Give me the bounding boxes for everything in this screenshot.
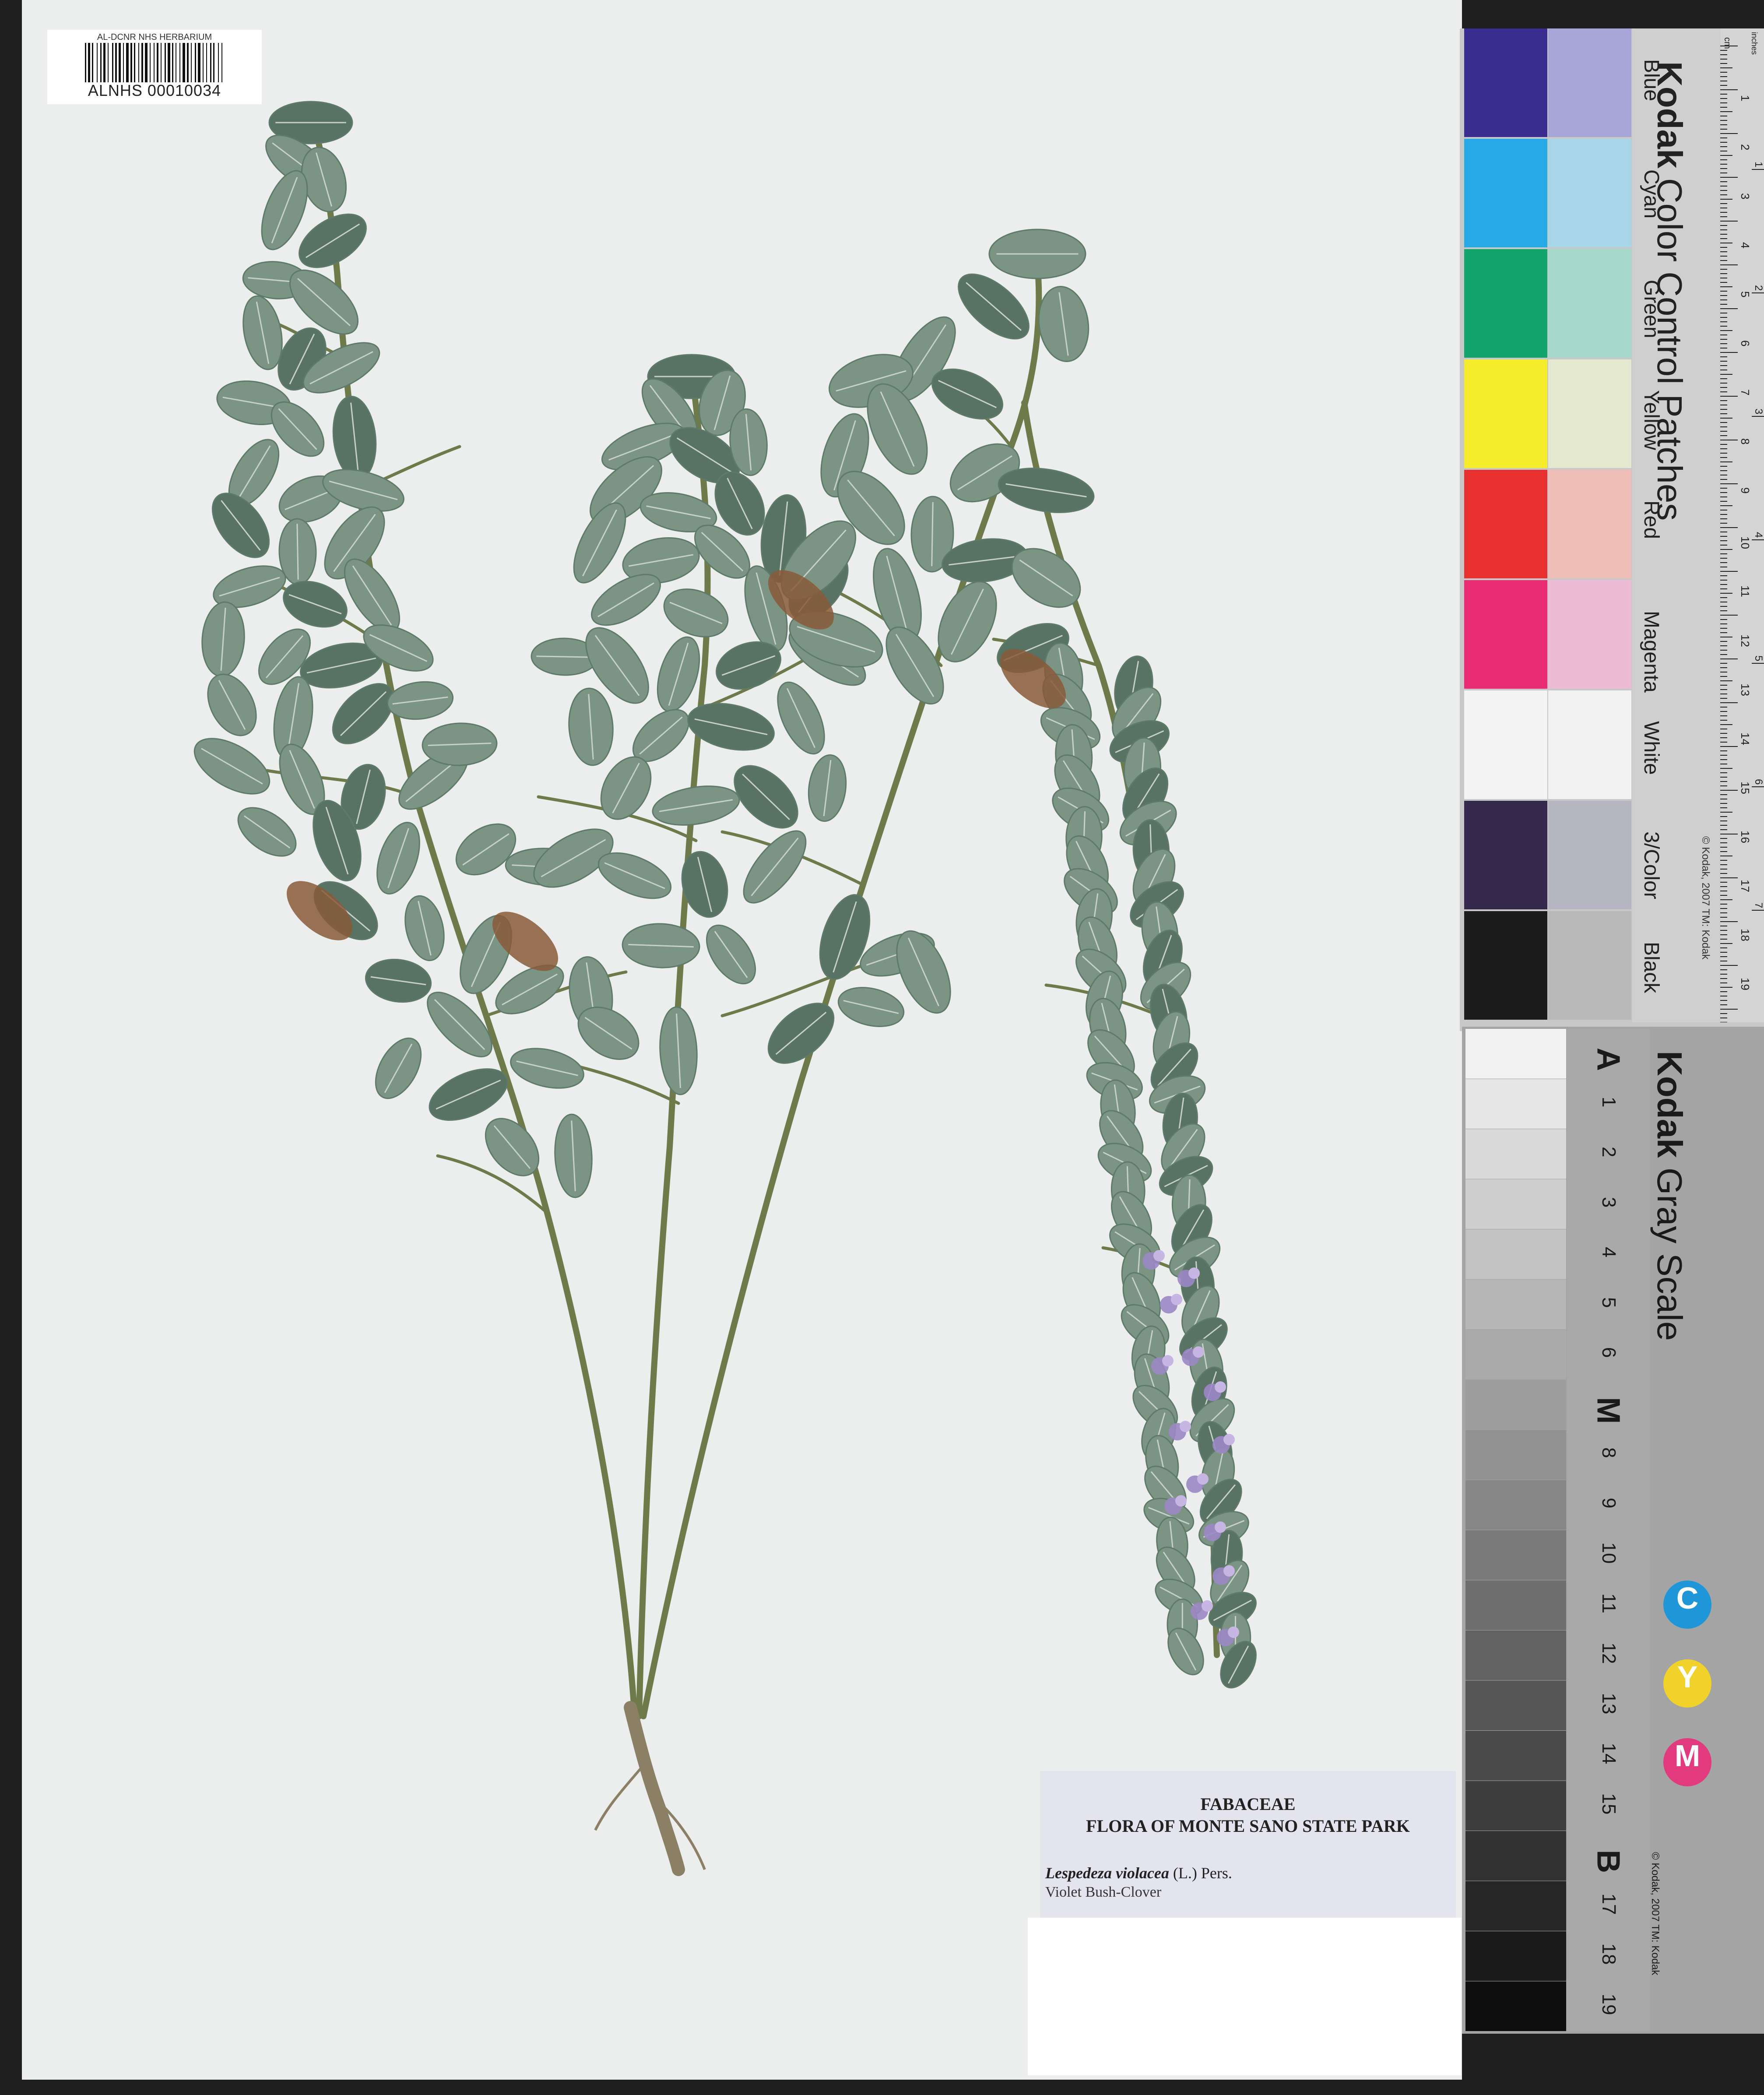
barcode-id: ALNHS 00010034 — [88, 81, 221, 99]
gray-card-title: Kodak Gray Scale — [1650, 1051, 1689, 1341]
label-authority: (L.) Pers. — [1173, 1864, 1232, 1882]
color-card-title: Kodak Color Control Patches — [1650, 61, 1689, 521]
color-patch-dark — [1464, 359, 1547, 468]
herbarium-sheet — [22, 0, 1462, 2080]
ruler-cm-label: 16 — [1739, 831, 1752, 843]
gray-step — [1465, 1530, 1566, 1580]
color-patch-dark — [1464, 28, 1547, 137]
color-card-copyright: © Kodak, 2007 TM: Kodak — [1700, 836, 1711, 960]
measurement-ruler: 1234567891011121314151617181912345678cmi… — [1720, 28, 1764, 1022]
ruler-cm-label: 10 — [1739, 536, 1752, 549]
color-patch-dark — [1464, 801, 1547, 909]
gray-step — [1465, 1731, 1566, 1781]
color-patch-light — [1548, 359, 1631, 468]
cym-target-c: C — [1663, 1581, 1711, 1629]
ruler-cm-label: 6 — [1739, 340, 1752, 346]
gray-step — [1465, 1129, 1566, 1179]
ruler-inch-label: 1 — [1753, 162, 1764, 167]
ruler-cm-label: 1 — [1739, 95, 1752, 101]
ruler-cm-label: 12 — [1739, 634, 1752, 647]
gray-step — [1465, 1480, 1566, 1530]
gray-step — [1465, 1831, 1566, 1881]
ruler-cm-label: 9 — [1739, 487, 1752, 493]
ruler-cm-label: 3 — [1739, 193, 1752, 199]
cym-target-m: M — [1663, 1738, 1711, 1786]
color-patch-dark — [1464, 911, 1547, 1020]
gray-step-label: 6 — [1598, 1347, 1620, 1358]
gray-step — [1465, 1781, 1566, 1831]
ruler-cm-label: 11 — [1739, 585, 1752, 597]
label-family: FABACEAE — [1200, 1794, 1296, 1814]
label-species: Lespedeza violacea — [1045, 1864, 1169, 1882]
ruler-inch-label: 6 — [1753, 779, 1764, 785]
ruler-cm-label: 18 — [1739, 929, 1752, 941]
color-patch-dark — [1464, 139, 1547, 247]
label-blank-area — [1028, 1918, 1461, 2075]
gray-step-label: 15 — [1598, 1793, 1620, 1815]
color-patch-light — [1548, 801, 1631, 909]
ruler-inch-label: 3 — [1753, 408, 1764, 414]
color-patch-light — [1548, 28, 1631, 137]
gray-step — [1465, 1079, 1566, 1129]
ruler-cm-label: 7 — [1739, 389, 1752, 395]
color-patch-dark — [1464, 470, 1547, 578]
gray-step — [1465, 1029, 1566, 1079]
gray-step — [1465, 1580, 1566, 1630]
specimen-label: FABACEAE FLORA OF MONTE SANO STATE PARK … — [1040, 1771, 1456, 1918]
color-patch-label: Magenta — [1640, 611, 1663, 693]
color-patch-light — [1548, 580, 1631, 689]
gray-step-label: 19 — [1598, 1993, 1620, 2015]
color-patch-label: White — [1640, 721, 1663, 775]
ruler-inch-label: 4 — [1753, 532, 1764, 538]
color-patch-label: 3/Color — [1640, 831, 1663, 899]
color-patch-light — [1548, 139, 1631, 247]
label-collection: FLORA OF MONTE SANO STATE PARK — [1086, 1816, 1410, 1836]
color-patch-label: Black — [1640, 942, 1663, 993]
gray-step — [1465, 1229, 1566, 1279]
label-common-name: Violet Bush-Clover — [1045, 1884, 1162, 1900]
gray-step — [1465, 1430, 1566, 1480]
gray-step — [1465, 1279, 1566, 1329]
plant-specimen — [193, 101, 1257, 1876]
gray-step — [1465, 1630, 1566, 1680]
barcode-label: AL-DCNR NHS HERBARIUM ALNHS 00010034 — [47, 30, 262, 104]
barcode-header: AL-DCNR NHS HERBARIUM — [97, 32, 212, 42]
ruler-cm-label: 4 — [1739, 242, 1752, 248]
color-patch-dark — [1464, 690, 1547, 799]
gray-step — [1465, 1680, 1566, 1730]
color-patch-light — [1548, 690, 1631, 799]
color-patch-dark — [1464, 580, 1547, 689]
ruler-cm-label: 2 — [1739, 144, 1752, 150]
ruler-unit-cm: cm — [1722, 37, 1732, 49]
ruler-cm-label: 14 — [1739, 732, 1752, 745]
color-patch-light — [1548, 911, 1631, 1020]
gray-step — [1465, 1881, 1566, 1931]
color-patch-light — [1548, 249, 1631, 358]
gray-scale-steps — [1465, 1029, 1566, 2031]
barcode-image — [85, 43, 222, 82]
ruler-cm-label: 5 — [1739, 291, 1752, 297]
ruler-cm-label: 15 — [1739, 782, 1752, 794]
ruler-cm-label: 17 — [1739, 880, 1752, 892]
gray-card-copyright: © Kodak, 2007 TM: Kodak — [1649, 1852, 1661, 1975]
gray-step — [1465, 1931, 1566, 1981]
ruler-cm-label: 13 — [1739, 683, 1752, 696]
gray-step — [1465, 1981, 1566, 2031]
ruler-cm-label: 19 — [1739, 978, 1752, 990]
label-scientific-name: Lespedeza violacea (L.) Pers. — [1045, 1864, 1232, 1882]
plant-leaves — [193, 101, 1257, 1689]
cym-target-y: Y — [1663, 1659, 1711, 1708]
color-patch-dark — [1464, 249, 1547, 358]
ruler-unit-inches: inches — [1750, 32, 1759, 55]
gray-step — [1465, 1179, 1566, 1229]
plant-root — [594, 1701, 706, 1876]
gray-step — [1465, 1330, 1566, 1380]
ruler-cm-label: 8 — [1739, 438, 1752, 444]
color-patch-light — [1548, 470, 1631, 578]
gray-step — [1465, 1380, 1566, 1430]
ruler-inch-label: 2 — [1753, 285, 1764, 291]
ruler-inch-label: 7 — [1753, 902, 1764, 908]
ruler-inch-label: 5 — [1753, 655, 1764, 661]
